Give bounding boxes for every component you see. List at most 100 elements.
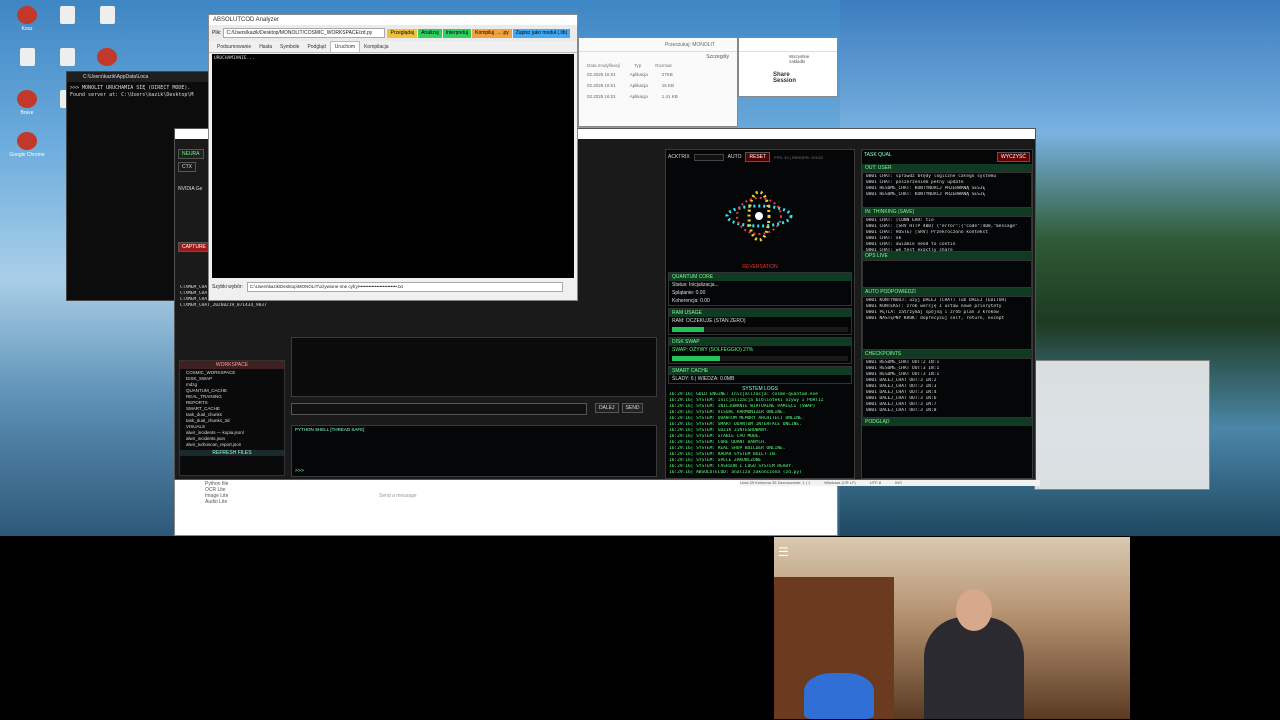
out-line: 0001 RESUME_CHAT: KONTYNUACJ PRZERWANĄ S… [866, 192, 986, 197]
status-encoding: UTF-8 [869, 480, 882, 485]
task-column: TASK QUAL WYCZYŚĆ OUT: USER 0001 CHAT: s… [861, 149, 1033, 479]
ctx-label: CTX [178, 162, 196, 172]
browser-window[interactable]: Wszystkie zakładki Share Session [738, 37, 838, 97]
analyzer-tab[interactable]: Podsumowanie [213, 42, 255, 52]
share-session[interactable]: Share Session [739, 66, 837, 90]
swap-bar [672, 356, 848, 361]
task-header: TASK QUAL [864, 152, 892, 158]
console-line: Found server at: C:\Users\kazik\Desktop\… [70, 92, 194, 98]
shell-prompt: >>> [295, 468, 305, 474]
acktrix-toggle[interactable]: ACKTRIX [668, 154, 690, 160]
details-button[interactable]: Szczegóły [706, 54, 729, 60]
swap-status: SWAP: OŻYWY (SOLFEGGIO) 27% [672, 347, 754, 353]
run-output-text: URUCHAMIANIE... [214, 56, 255, 61]
ram-bar [672, 327, 848, 332]
refresh-files-button[interactable]: REFRESH FILES [180, 450, 284, 456]
neura-header: NEURA [178, 149, 204, 159]
file-path-input[interactable]: C:/Users/kazik/Desktop/MONOLIT/COSMIC_WO… [223, 28, 386, 38]
console-title: C:\Users\kazik\AppData\Loca [67, 72, 215, 82]
blue-object [804, 673, 874, 719]
workspace-header: WORKSPACE [180, 361, 284, 369]
cache-header: SMART CACHE [669, 367, 851, 375]
person-head [956, 589, 992, 631]
desktop-icon[interactable] [84, 48, 130, 68]
auto-toggle[interactable]: AUTO [728, 154, 742, 160]
acktrix-input[interactable] [693, 153, 724, 161]
table-row[interactable]: 02.2025 16:01 Aplikacja 16 KB [579, 80, 737, 91]
quantum-status: Status: Inicjalizacja... [672, 282, 719, 288]
out-header: OUT: USER [862, 164, 1032, 172]
desktop-icon-glyph [59, 48, 75, 66]
preview-header: PODGLĄD [862, 418, 1032, 426]
chat-input[interactable] [291, 403, 587, 415]
ram-status: RAM: OCZEKUJE (STAN ZERO) [672, 318, 746, 324]
file-label: Plik: [212, 30, 222, 36]
analyzer-tab[interactable]: Hasła [255, 42, 276, 52]
log-line: 16:29:16| ABSOLUTECOD: analiza zakończon… [669, 470, 802, 475]
col-date[interactable]: Data modyfikacji [587, 63, 620, 68]
quantum-koherencja: Koherencja: 0.00 [672, 298, 710, 304]
table-cell: 02.2025 16:01 [587, 72, 616, 77]
dalej-button[interactable]: DALEJ [595, 403, 619, 413]
table-cell: Aplikacja [629, 83, 648, 88]
attachment-audio[interactable]: Audio Lite [205, 499, 807, 505]
status-ins: INS [895, 480, 902, 485]
analyzer-window[interactable]: ABSOLUTCOD Analyzer Plik: C:/Users/kazik… [208, 14, 578, 301]
table-cell: Aplikacja [629, 72, 648, 77]
orbit-visual [725, 190, 793, 242]
ram-header: RAM USAGE [669, 309, 851, 317]
table-cell: 1.41 KB [661, 94, 678, 99]
col-size[interactable]: Rozmiar [655, 63, 672, 68]
analyzer-button[interactable]: Zapisz jako moduł (.lib) [512, 28, 571, 38]
tree-item: alwir_turboscan_report.json [186, 442, 242, 447]
clear-button[interactable]: WYCZYŚĆ [997, 152, 1030, 162]
table-row[interactable]: 02.2025 16:01 Aplikacja 1.41 KB [579, 91, 737, 102]
auto-header: AUTO PODPOWIEDZI [862, 288, 1032, 296]
person [924, 617, 1024, 719]
shell-header: PYTHON SHELL [THREAD SAFE] [295, 427, 365, 432]
bookmarks-link[interactable]: Wszystkie zakładki [739, 52, 837, 66]
menu-icon[interactable]: ☰ [778, 545, 789, 559]
message-input[interactable]: Send a message [379, 493, 417, 499]
editor-area[interactable] [291, 337, 657, 397]
chat-window[interactable]: Python file OCR Lite Image Lite Audio Li… [174, 478, 838, 536]
table-cell: 02.2025 16:01 [587, 83, 616, 88]
python-shell[interactable]: PYTHON SHELL [THREAD SAFE] >>> [291, 425, 657, 477]
desktop-icon-label: Google Chrome [9, 152, 45, 158]
desktop-icon[interactable] [84, 6, 130, 26]
table-cell: Aplikacja [629, 94, 648, 99]
console-line: >>> MONOLIT URUCHAMIA SIĘ (DIRECT MODE). [70, 85, 191, 91]
capture-item: CTXMEM_CHAT_20260219_071434_9037 [180, 303, 267, 308]
analyzer-tab[interactable]: Symbole [276, 42, 303, 52]
explorer-search[interactable]: Przeszukaj: MONOLIT [665, 42, 715, 48]
analyzer-button[interactable]: Interpretuj [442, 28, 472, 38]
capture-button[interactable]: CAPTURE [178, 242, 210, 252]
col-type[interactable]: Typ [634, 63, 641, 68]
send-button[interactable]: SEND [621, 403, 644, 413]
desktop-icon-glyph [17, 132, 37, 150]
settings-dialog [1034, 360, 1210, 490]
file-explorer-window[interactable]: Przeszukaj: MONOLIT Szczegóły Data modyf… [578, 37, 738, 127]
desktop-icon-glyph [97, 48, 117, 66]
analyzer-button[interactable]: Analizuj [418, 28, 442, 38]
checkpoints-header: CHECKPOINTS [862, 350, 1032, 358]
analyzer-button[interactable]: Kompiluj → .py [472, 28, 512, 38]
sim-caption: REVERSATION [742, 264, 778, 270]
swap-header: DISK SWAP [669, 338, 851, 346]
desktop-icon-label: Kosz [21, 26, 33, 32]
quick-select-combo[interactable]: C:\Users\kazik\Desktop\MONOLIT\ożywione … [246, 282, 563, 292]
status-eol: Windows (CR LF) [824, 480, 856, 485]
editor-statusbar: Linia 29 Kolumna 35 Zaznaczenie: 1 | 1 W… [740, 480, 1040, 486]
auto-line: 0001 NASTĘPNY KROK: doprecyzuj self, ret… [866, 316, 1005, 321]
analyzer-tab[interactable]: Podgląd [303, 42, 329, 52]
desktop-icon-glyph [19, 48, 35, 66]
table-row[interactable]: 02.2025 16:01 Aplikacja 27KB [579, 69, 737, 80]
analyzer-tab[interactable]: Kompilacja [360, 42, 392, 52]
quantum-splatanie: Splątanie: 0.00 [672, 290, 706, 296]
desktop-icon[interactable]: Google Chrome [4, 132, 50, 158]
webcam-overlay: ☰ [774, 537, 1130, 719]
analyzer-button[interactable]: Przeglądaj [387, 28, 418, 38]
analyzer-tab[interactable]: Uruchom [329, 41, 361, 52]
table-cell: 16 KB [661, 83, 675, 88]
reset-button[interactable]: RESET [745, 152, 771, 162]
